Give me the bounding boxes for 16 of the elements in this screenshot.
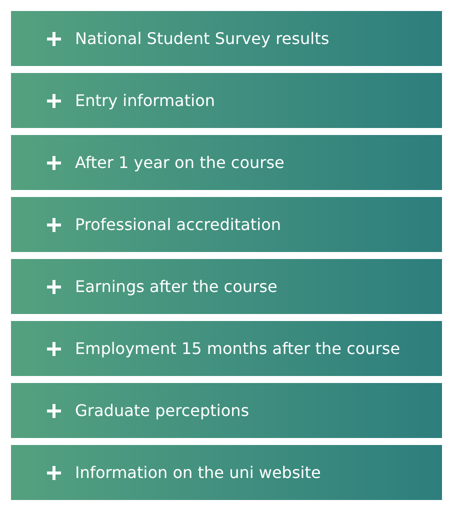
plus-icon <box>47 404 61 418</box>
accordion-header[interactable]: Information on the uni website <box>11 445 442 500</box>
plus-icon <box>47 32 61 46</box>
plus-icon <box>47 280 61 294</box>
plus-icon <box>47 466 61 480</box>
accordion-header[interactable]: Professional accreditation <box>11 197 442 252</box>
plus-icon <box>47 342 61 356</box>
accordion-header[interactable]: Employment 15 months after the course <box>11 321 442 376</box>
accordion-header[interactable]: National Student Survey results <box>11 11 442 66</box>
plus-icon <box>47 94 61 108</box>
accordion-header[interactable]: Entry information <box>11 73 442 128</box>
accordion-header[interactable]: Graduate perceptions <box>11 383 442 438</box>
plus-icon <box>47 218 61 232</box>
accordion-header[interactable]: After 1 year on the course <box>11 135 442 190</box>
plus-icon <box>47 156 61 170</box>
accordion-header[interactable]: Earnings after the course <box>11 259 442 314</box>
